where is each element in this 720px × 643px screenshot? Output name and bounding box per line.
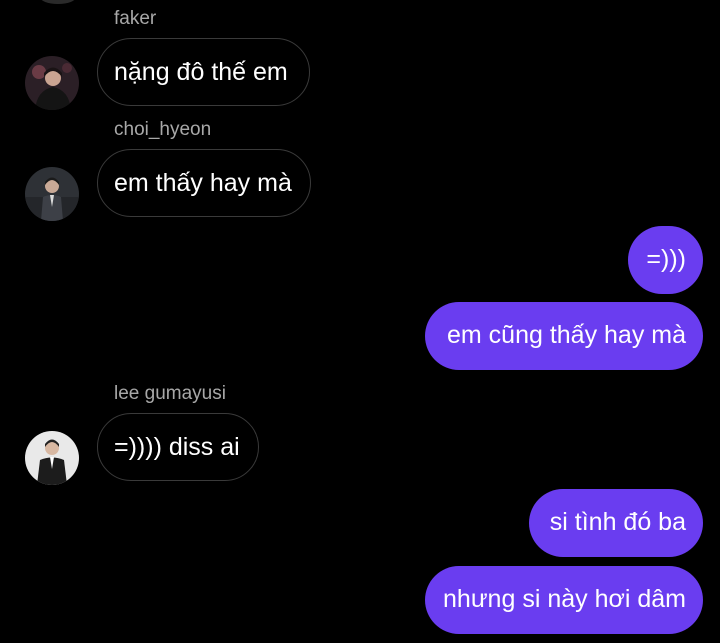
message-text: =)))) diss ai [114,433,240,461]
message-text: si tình đó ba [549,508,686,536]
sender-name-choi-hyeon: choi_hyeon [114,119,212,140]
message-bubble-outgoing[interactable]: em cũng thấy hay mà [425,302,703,370]
sender-name-faker: faker [114,8,157,29]
message-text: em thấy hay mà [114,169,292,197]
message-text: nhưng si này hơi dâm [443,585,686,613]
message-bubble-outgoing[interactable]: si tình đó ba [529,489,703,557]
message-bubble-outgoing[interactable]: =))) [628,226,703,294]
message-text: nặng đô thế em [114,58,288,86]
message-bubble-outgoing[interactable]: nhưng si này hơi dâm [425,566,703,634]
sender-name-lee-gumayusi: lee gumayusi [114,383,226,404]
message-text: =))) [646,245,686,273]
user-avatar-icon[interactable] [25,167,79,221]
message-text: em cũng thấy hay mà [446,321,686,349]
message-bubble-incoming[interactable]: =)))) diss ai [97,413,259,481]
user-avatar-icon[interactable] [25,56,79,110]
message-bubble-incoming[interactable]: nặng đô thế em [97,38,310,106]
message-bubble-incoming[interactable]: em thấy hay mà [97,149,311,217]
user-avatar-icon[interactable] [25,431,79,485]
previous-avatar-edge [40,0,76,4]
